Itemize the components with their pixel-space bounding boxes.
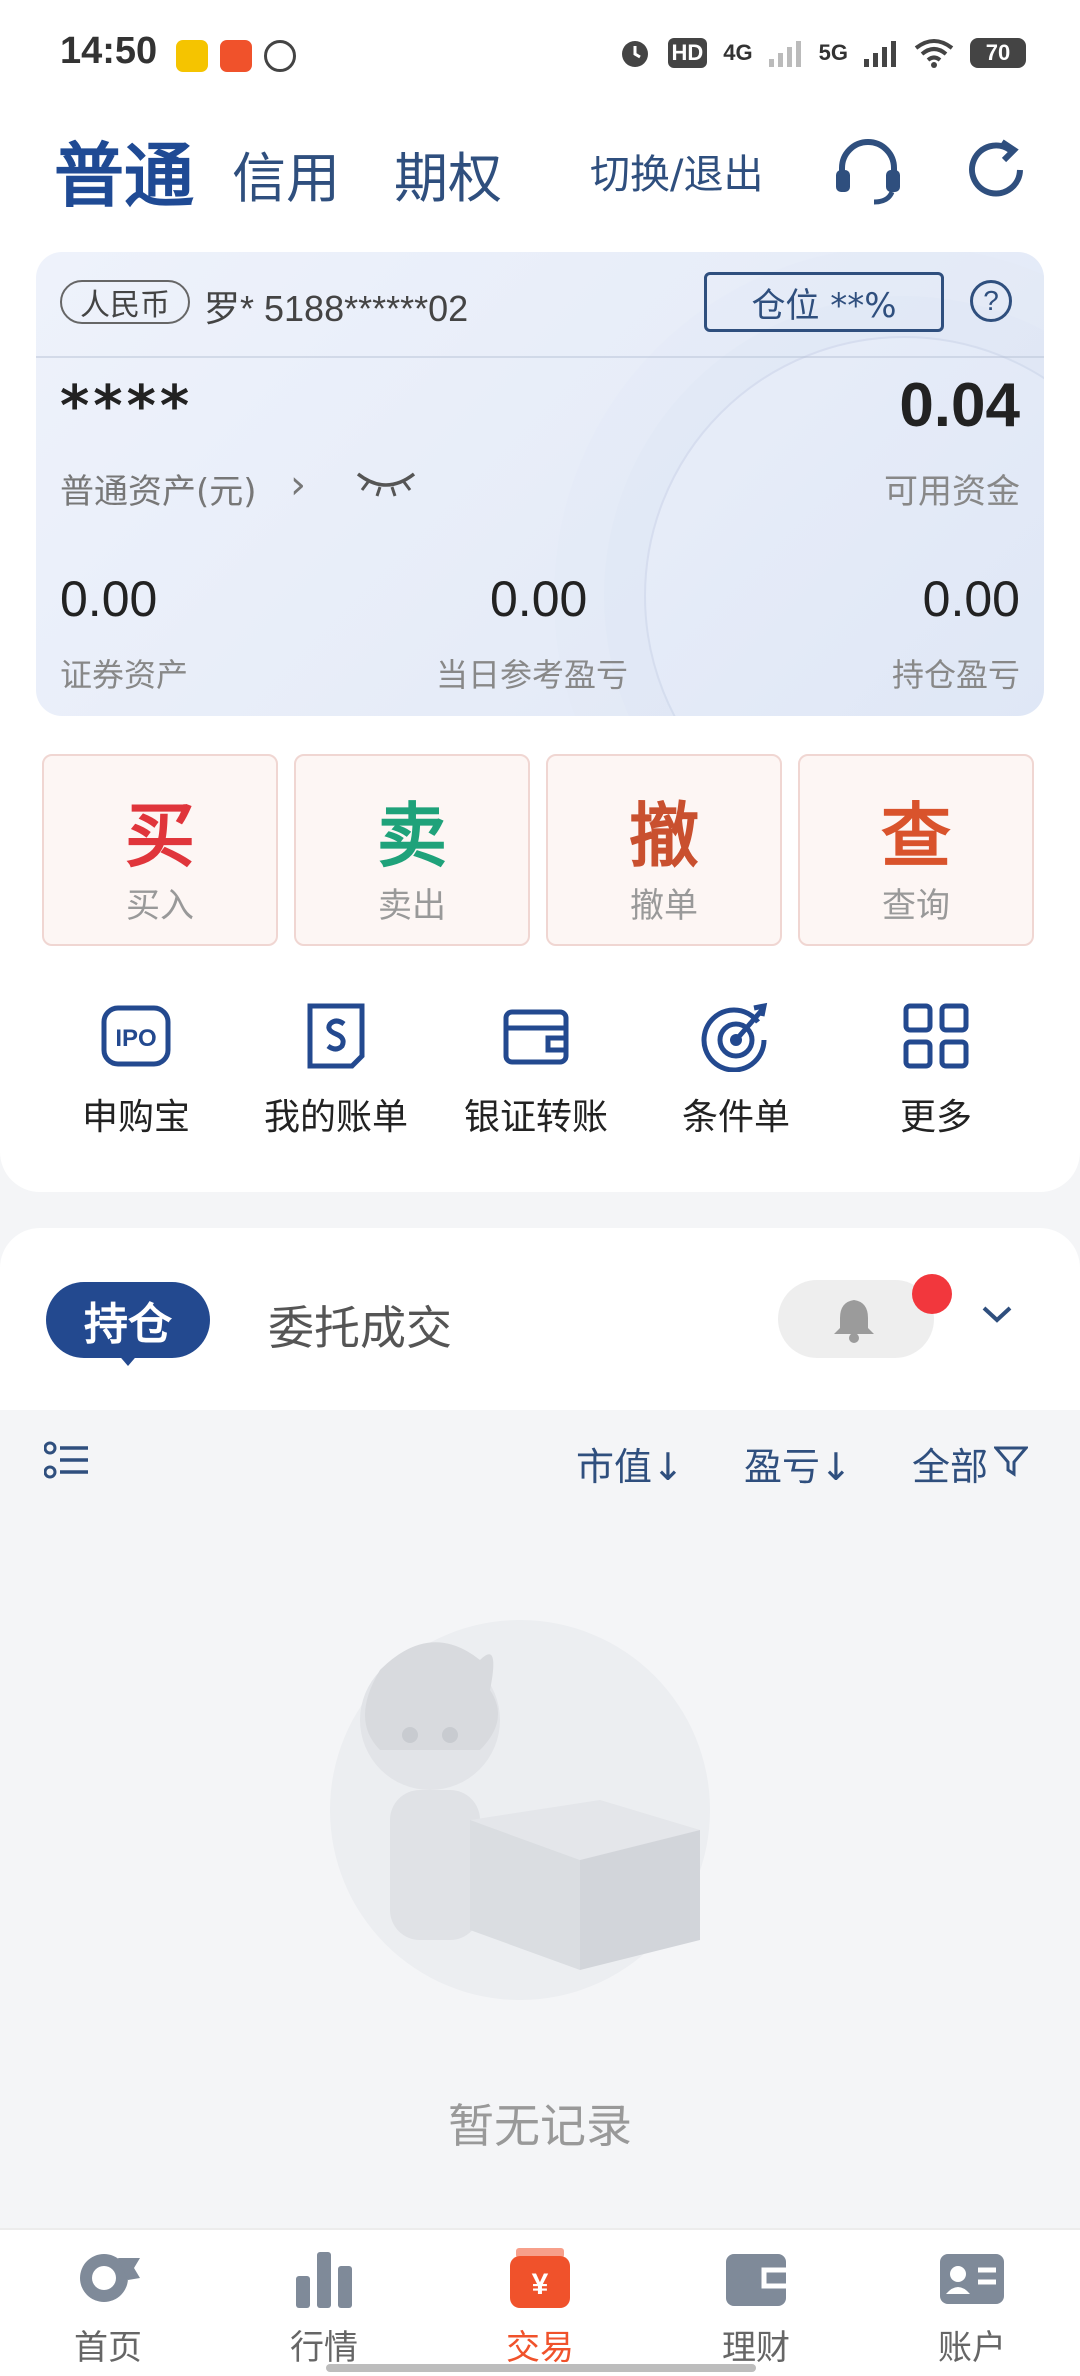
signal-icon — [768, 41, 801, 67]
eye-hidden-icon[interactable] — [354, 462, 418, 502]
cancel-glyph: 撤 — [629, 794, 699, 877]
tab-pointer — [116, 1352, 140, 1366]
nav-market-label: 行情 — [290, 2328, 358, 2368]
cancel-label: 撤单 — [630, 886, 698, 926]
wallet-icon — [503, 1009, 569, 1065]
account-type-tabs: 普通 信用 期权 切换/退出 — [0, 112, 1080, 242]
status-bar: 14:50 HD 4G 5G 70 — [0, 0, 1080, 112]
notification-badge — [912, 1274, 952, 1314]
currency-badge: 人民币 — [60, 280, 190, 324]
home-icon — [80, 2254, 140, 2302]
position-pnl-label: 持仓盈亏 — [891, 656, 1020, 694]
tab-options[interactable]: 期权 — [394, 134, 502, 213]
filter-icon[interactable] — [994, 1444, 1028, 1478]
trade-icon-glyph: ¥ — [532, 2268, 549, 2301]
headset-icon[interactable] — [828, 130, 908, 210]
ipo-icon: IPO — [101, 1005, 171, 1067]
nav-account-label: 账户 — [938, 2328, 1006, 2368]
grid-icon — [903, 1003, 969, 1069]
total-assets-label[interactable]: 普通资产(元) — [60, 464, 257, 513]
nav-wealth-label: 理财 — [722, 2328, 790, 2368]
network-5g-label: 5G — [818, 40, 848, 65]
signal-icon — [864, 41, 896, 67]
tab-credit[interactable]: 信用 — [232, 134, 340, 213]
quick-condition-order[interactable]: 条件单 — [636, 992, 836, 1142]
chart-icon — [296, 2252, 352, 2308]
trade-icon: ¥ — [510, 2248, 570, 2308]
quick-ipo-label: 申购宝 — [81, 1097, 190, 1138]
quick-transfer-label: 银证转账 — [463, 1097, 608, 1138]
help-icon[interactable]: ? — [970, 280, 1012, 322]
app-notification-icon — [220, 40, 252, 72]
wifi-icon — [914, 39, 954, 68]
sort-pnl[interactable]: 盈亏↓ — [744, 1436, 852, 1491]
list-settings-icon[interactable] — [44, 1440, 90, 1480]
tab-holdings[interactable]: 持仓 — [46, 1282, 210, 1358]
quick-more-label: 更多 — [899, 1097, 972, 1138]
hd-label: HD — [667, 38, 708, 68]
tab-orders-trades[interactable]: 委托成交 — [268, 1292, 452, 1358]
securities-assets-label: 证券资产 — [60, 656, 189, 694]
chevron-down-icon[interactable] — [980, 1302, 1014, 1326]
position-pnl-value: 0.00 — [922, 571, 1020, 627]
divider — [36, 356, 1044, 358]
chevron-right-icon[interactable]: › — [290, 462, 306, 508]
available-cash-label: 可用资金 — [884, 472, 1020, 512]
refresh-icon[interactable] — [956, 130, 1036, 210]
filter-all[interactable]: 全部 — [912, 1436, 988, 1491]
account-number: 罗* 5188******02 — [204, 288, 469, 329]
quick-transfer[interactable]: 银证转账 — [436, 992, 636, 1142]
ipo-icon-text: IPO — [115, 1025, 156, 1052]
nav-trade-label: 交易 — [506, 2328, 574, 2368]
nav-trade[interactable]: ¥ 交易 — [460, 2246, 620, 2370]
cancel-order-button[interactable]: 撤 撤单 — [546, 754, 782, 946]
daily-pnl-label: 当日参考盈亏 — [436, 656, 629, 694]
sell-label: 卖出 — [378, 886, 446, 926]
tab-normal[interactable]: 普通 — [54, 120, 194, 221]
bottom-navigation: 首页 行情 ¥ 交易 理财 账户 — [0, 2228, 1080, 2376]
available-cash-value: 0.04 — [899, 371, 1020, 440]
buy-glyph: 买 — [125, 794, 195, 877]
nav-market[interactable]: 行情 — [244, 2246, 404, 2370]
battery-indicator: 70 — [970, 38, 1026, 68]
sell-button[interactable]: 卖 卖出 — [294, 754, 530, 946]
quick-bill-label: 我的账单 — [263, 1097, 408, 1138]
sort-market-value[interactable]: 市值↓ — [576, 1436, 684, 1491]
account-icon — [940, 2254, 1004, 2304]
quick-bill[interactable]: 我的账单 — [236, 992, 436, 1142]
nav-wealth[interactable]: 理财 — [676, 2246, 836, 2370]
quick-condition-order-label: 条件单 — [681, 1097, 790, 1138]
quick-more[interactable]: 更多 — [836, 992, 1036, 1142]
notification-button[interactable] — [778, 1280, 934, 1358]
nav-home[interactable]: 首页 — [28, 2246, 188, 2370]
account-summary-card: 人民币 罗* 5188******02 仓位 **% ? **** 普通资产(元… — [36, 252, 1044, 716]
bill-icon — [307, 1003, 365, 1069]
bell-icon — [834, 1300, 874, 1343]
daily-pnl-value: 0.00 — [490, 571, 588, 627]
nav-account[interactable]: 账户 — [892, 2246, 1052, 2370]
empty-state-illustration — [330, 1620, 710, 2000]
sell-glyph: 卖 — [377, 794, 447, 877]
wallet-icon — [726, 2254, 786, 2306]
target-icon — [701, 1002, 768, 1072]
buy-label: 买入 — [126, 886, 194, 926]
status-time: 14:50 — [60, 30, 158, 72]
nav-home-label: 首页 — [74, 2328, 142, 2368]
query-button[interactable]: 查 查询 — [798, 754, 1034, 946]
app-notification-icon — [264, 40, 296, 72]
empty-state-text: 暂无记录 — [448, 2099, 632, 2153]
query-label: 查询 — [882, 886, 950, 926]
network-4g-label: 4G — [723, 40, 753, 65]
position-ratio-button[interactable]: 仓位 **% — [704, 272, 944, 332]
switch-exit-button[interactable]: 切换/退出 — [590, 142, 763, 200]
home-indicator — [326, 2364, 756, 2372]
buy-button[interactable]: 买 买入 — [42, 754, 278, 946]
query-glyph: 查 — [881, 794, 951, 877]
app-notification-icon — [176, 40, 208, 72]
alarm-icon — [621, 41, 648, 67]
status-indicators: HD 4G 5G 70 — [618, 36, 1026, 70]
securities-assets-value: 0.00 — [60, 571, 158, 627]
quick-ipo[interactable]: IPO 申购宝 — [36, 992, 236, 1142]
total-assets-value: **** — [60, 374, 194, 439]
